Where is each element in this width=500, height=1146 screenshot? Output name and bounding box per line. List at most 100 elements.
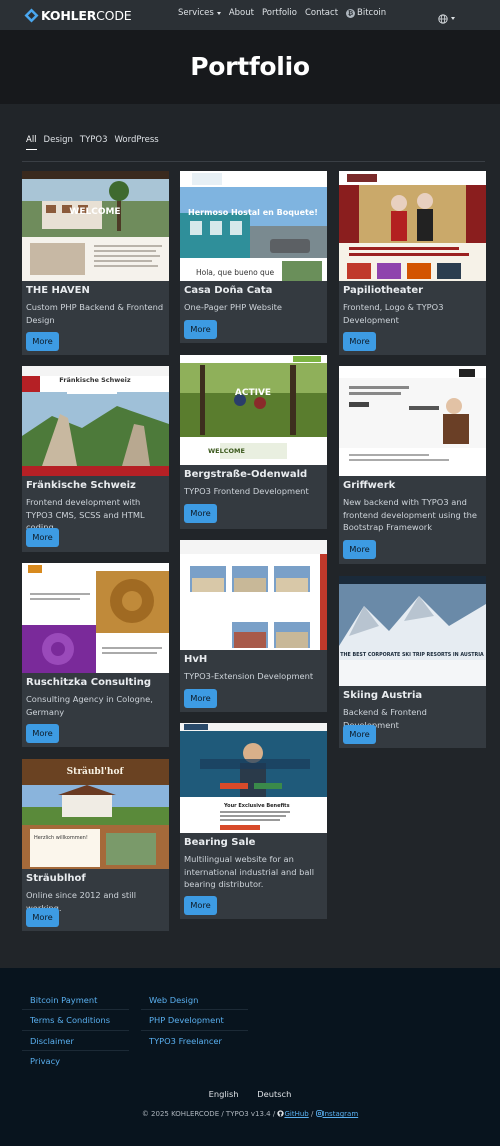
copyright-separator: / [310, 1110, 314, 1118]
card-description: Multilingual website for an internationa… [184, 854, 315, 889]
instagram-icon [315, 1110, 323, 1117]
thumb-subcaption: WELCOME [208, 447, 245, 455]
copyright: © 2025 KOHLERCODE / TYPO3 v13.4 / GitHub… [0, 1110, 500, 1118]
project-thumbnail[interactable]: THE BEST CORPORATE SKI TRIP RESORTS IN A… [339, 576, 486, 686]
more-button[interactable]: More [184, 504, 217, 523]
card-description: New backend with TYPO3 and frontend deve… [343, 497, 478, 532]
project-thumbnail[interactable]: ACTIVE WELCOME [180, 355, 327, 465]
page-title: Portfolio [190, 52, 310, 81]
more-button[interactable]: More [26, 724, 59, 743]
card-description: One-Pager PHP Website [184, 302, 282, 312]
card-description: TYPO3 Frontend Development [184, 486, 309, 496]
project-thumbnail[interactable]: Fränkische Schweiz [22, 366, 169, 476]
copyright-text: © 2025 KOHLERCODE / TYPO3 v13.4 / [141, 1110, 276, 1118]
brand-bold: KOHLER [41, 7, 97, 23]
card-title: Fränkische Schweiz [26, 480, 136, 491]
thumb-caption: WELCOME [69, 207, 120, 217]
footer-link-typo3-freelancer[interactable]: TYPO3 Freelancer [141, 1031, 248, 1051]
footer-link-bitcoin-payment[interactable]: Bitcoin Payment [22, 990, 129, 1011]
nav-about[interactable]: About [229, 8, 254, 18]
footer-links-services: Web Design PHP Development TYPO3 Freelan… [141, 990, 248, 1051]
divider [22, 161, 485, 162]
footer-link-terms[interactable]: Terms & Conditions [22, 1010, 129, 1031]
more-button[interactable]: More [343, 332, 376, 351]
more-button[interactable]: More [184, 896, 217, 915]
portfolio-card: Griffwerk New backend with TYPO3 and fro… [339, 366, 486, 564]
diamond-logo-icon [24, 8, 39, 23]
thumb-subcaption: Herzlich willkommen! [34, 835, 88, 841]
nav-portfolio[interactable]: Portfolio [262, 8, 297, 18]
nav-services-label: Services [178, 8, 214, 18]
card-title: Skiing Austria [343, 690, 423, 701]
card-description: Consulting Agency in Cologne, Germany [26, 694, 153, 717]
portfolio-card: Papiliotheater Frontend, Logo & TYPO3 De… [339, 171, 486, 355]
more-button[interactable]: More [343, 725, 376, 744]
lang-deutsch[interactable]: Deutsch [257, 1089, 291, 1099]
nav-contact[interactable]: Contact [305, 8, 338, 18]
lang-english[interactable]: English [209, 1089, 239, 1099]
project-thumbnail[interactable]: Your Exclusive Benefits [180, 723, 327, 833]
card-title: Casa Doña Cata [184, 285, 273, 296]
filter-typo3[interactable]: TYPO3 [80, 135, 108, 150]
card-description: Custom PHP Backend & Frontend Design [26, 302, 164, 325]
portfolio-card: Ruschitzka Consulting Consulting Agency … [22, 563, 169, 747]
instagram-link[interactable]: Instagram [315, 1110, 359, 1118]
nav-bitcoin[interactable]: ₿ Bitcoin [346, 8, 386, 18]
more-button[interactable]: More [343, 540, 376, 559]
more-button[interactable]: More [26, 528, 59, 547]
project-thumbnail[interactable] [339, 171, 486, 281]
card-title: THE HAVEN [26, 285, 90, 296]
card-title: Ruschitzka Consulting [26, 677, 152, 688]
project-thumbnail[interactable] [180, 540, 327, 650]
footer-link-disclaimer[interactable]: Disclaimer [22, 1031, 129, 1051]
footer-link-web-design[interactable]: Web Design [141, 990, 248, 1011]
project-thumbnail[interactable] [339, 366, 486, 476]
card-title: Bergstraße-Odenwald [184, 469, 308, 480]
chevron-down-icon [451, 17, 455, 20]
card-title: Griffwerk [343, 480, 396, 491]
project-thumbnail[interactable]: WELCOME [22, 171, 169, 281]
brand-logo[interactable]: KOHLER CODE [24, 7, 132, 23]
footer-links-legal: Bitcoin Payment Terms & Conditions Discl… [22, 990, 129, 1071]
card-description: Frontend, Logo & TYPO3 Development [343, 302, 444, 325]
instagram-label: Instagram [322, 1110, 359, 1118]
more-button[interactable]: More [184, 689, 217, 708]
thumb-caption: THE BEST CORPORATE SKI TRIP RESORTS IN A… [340, 652, 484, 658]
portfolio-card: Sträubl'hof Herzlich willkommen! Sträubl… [22, 759, 169, 931]
nav-bitcoin-label: Bitcoin [357, 8, 387, 18]
portfolio-filters: All Design TYPO3 WordPress [26, 135, 166, 150]
more-button[interactable]: More [184, 320, 217, 339]
filter-wordpress[interactable]: WordPress [115, 135, 159, 150]
navbar: KOHLER CODE Services About Portfolio Cont… [0, 0, 500, 30]
project-thumbnail[interactable] [22, 563, 169, 673]
nav-services[interactable]: Services [178, 8, 221, 18]
card-description: TYPO3-Extension Development [184, 671, 314, 681]
github-link[interactable]: GitHub [277, 1110, 309, 1118]
thumb-caption: Sträubl'hof [67, 766, 125, 777]
thumb-caption: Hermoso Hostal en Boquete! [188, 208, 318, 217]
portfolio-card: ACTIVE WELCOME Bergstraße-Odenwald TYPO3… [180, 355, 327, 529]
card-title: Sträublhof [26, 873, 86, 884]
footer-link-privacy[interactable]: Privacy [22, 1051, 129, 1071]
footer-link-php-development[interactable]: PHP Development [141, 1010, 248, 1031]
filter-all[interactable]: All [26, 135, 37, 150]
thumb-subcaption: Hola, que bueno que [196, 268, 275, 277]
brand-rest: CODE [96, 7, 132, 23]
more-button[interactable]: More [26, 908, 59, 927]
bitcoin-icon: ₿ [346, 8, 356, 18]
main-menu: Services About Portfolio Contact ₿ Bitcoi… [178, 8, 394, 18]
portfolio-card: Your Exclusive Benefits Bearing Sale Mul… [180, 723, 327, 919]
portfolio-card: THE BEST CORPORATE SKI TRIP RESORTS IN A… [339, 576, 486, 748]
language-dropdown[interactable] [438, 9, 455, 28]
project-thumbnail[interactable]: Sträubl'hof Herzlich willkommen! [22, 759, 169, 869]
card-title: Papiliotheater [343, 285, 424, 296]
thumb-caption: Your Exclusive Benefits [223, 803, 290, 809]
github-label: GitHub [284, 1110, 309, 1118]
more-button[interactable]: More [26, 332, 59, 351]
footer: Bitcoin Payment Terms & Conditions Discl… [0, 968, 500, 1146]
thumb-caption: Fränkische Schweiz [59, 376, 131, 384]
globe-icon [438, 9, 448, 28]
page-header: Portfolio [0, 30, 500, 104]
filter-design[interactable]: Design [44, 135, 73, 150]
project-thumbnail[interactable]: Hermoso Hostal en Boquete! Hola, que bue… [180, 171, 327, 281]
